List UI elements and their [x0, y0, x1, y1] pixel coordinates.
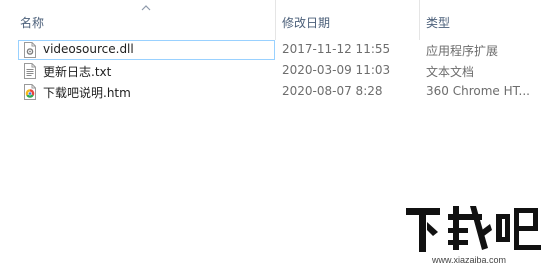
file-row[interactable]: 下载吧说明.htm 2020-08-07 8:28 360 Chrome HT.… [0, 82, 543, 103]
column-header-bar: 名称 修改日期 类型 [0, 0, 543, 40]
column-header-type-label: 类型 [426, 16, 451, 30]
file-date: 2017-11-12 11:55 [282, 42, 391, 56]
file-date: 2020-03-09 11:03 [282, 63, 391, 77]
browser-file-icon [24, 84, 36, 100]
column-header-type[interactable]: 类型 [420, 0, 543, 40]
file-name: videosource.dll [43, 42, 134, 56]
column-header-name[interactable]: 名称 [0, 0, 275, 40]
column-header-date-label: 修改日期 [282, 16, 331, 30]
dll-file-icon [24, 42, 36, 58]
column-header-name-label: 名称 [20, 16, 45, 30]
file-type: 应用程序扩展 [426, 44, 499, 58]
file-type: 360 Chrome HT... [426, 84, 530, 98]
file-row[interactable]: videosource.dll 2017-11-12 11:55 应用程序扩展 [0, 40, 543, 61]
file-name: 下载吧说明.htm [43, 86, 131, 100]
watermark-url: www.xiazaiba.com [432, 255, 507, 265]
file-row[interactable]: 更新日志.txt 2020-03-09 11:03 文本文档 [0, 61, 543, 82]
column-header-date[interactable]: 修改日期 [276, 0, 419, 40]
file-date: 2020-08-07 8:28 [282, 84, 383, 98]
file-name: 更新日志.txt [43, 65, 112, 79]
file-type: 文本文档 [426, 65, 475, 79]
caret-up-icon [141, 5, 151, 11]
text-file-icon [24, 63, 36, 79]
